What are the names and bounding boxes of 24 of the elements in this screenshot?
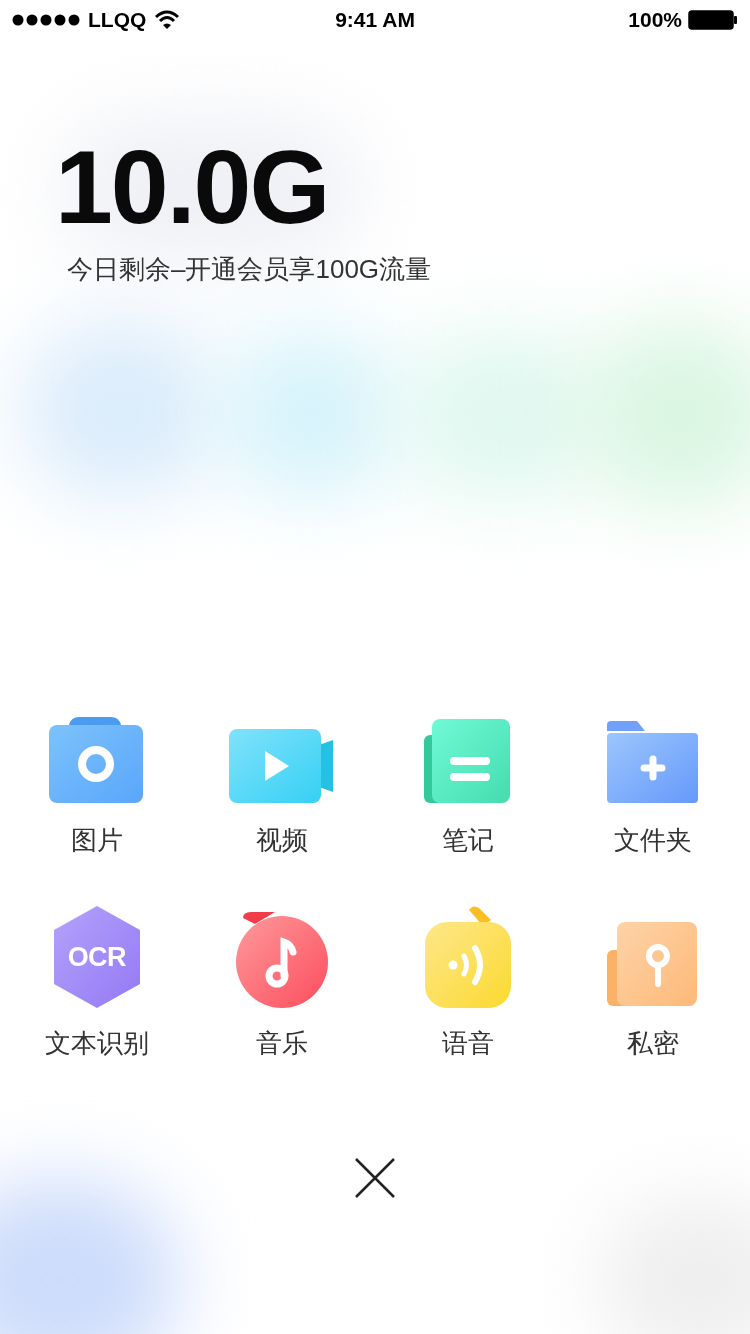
note-icon — [423, 719, 512, 805]
action-tile[interactable]: 图片 — [4, 697, 190, 860]
video-icon — [229, 729, 336, 805]
signal-icon — [12, 14, 80, 26]
carrier-name: LLQQ — [88, 7, 147, 34]
wifi-icon — [154, 10, 181, 30]
action-tile[interactable]: 文件夹 — [560, 697, 746, 860]
battery-percent: 100% — [628, 7, 682, 34]
battery-icon — [688, 10, 738, 30]
clock-time: 9:41 AM — [335, 7, 415, 34]
action-tile[interactable]: 笔记 — [375, 697, 561, 860]
ocr-icon: OCR — [53, 906, 140, 1008]
action-tile[interactable]: 私密 — [560, 900, 746, 1063]
action-tile[interactable]: OCR 文本识别 — [4, 900, 190, 1063]
quota-caption: 今日剩余–开通会员享100G流量 — [66, 253, 433, 286]
action-tile[interactable]: 视频 — [189, 697, 375, 860]
action-tile[interactable]: 音乐 — [189, 900, 375, 1063]
keyhole-icon — [607, 922, 700, 1008]
music-note-icon — [235, 912, 330, 1008]
sound-wave-icon — [424, 906, 511, 1008]
camera-icon — [48, 717, 145, 805]
action-tile[interactable]: 语音 — [375, 900, 561, 1063]
folder-plus-icon — [607, 721, 700, 805]
quota-amount: 10.0G — [55, 132, 330, 242]
